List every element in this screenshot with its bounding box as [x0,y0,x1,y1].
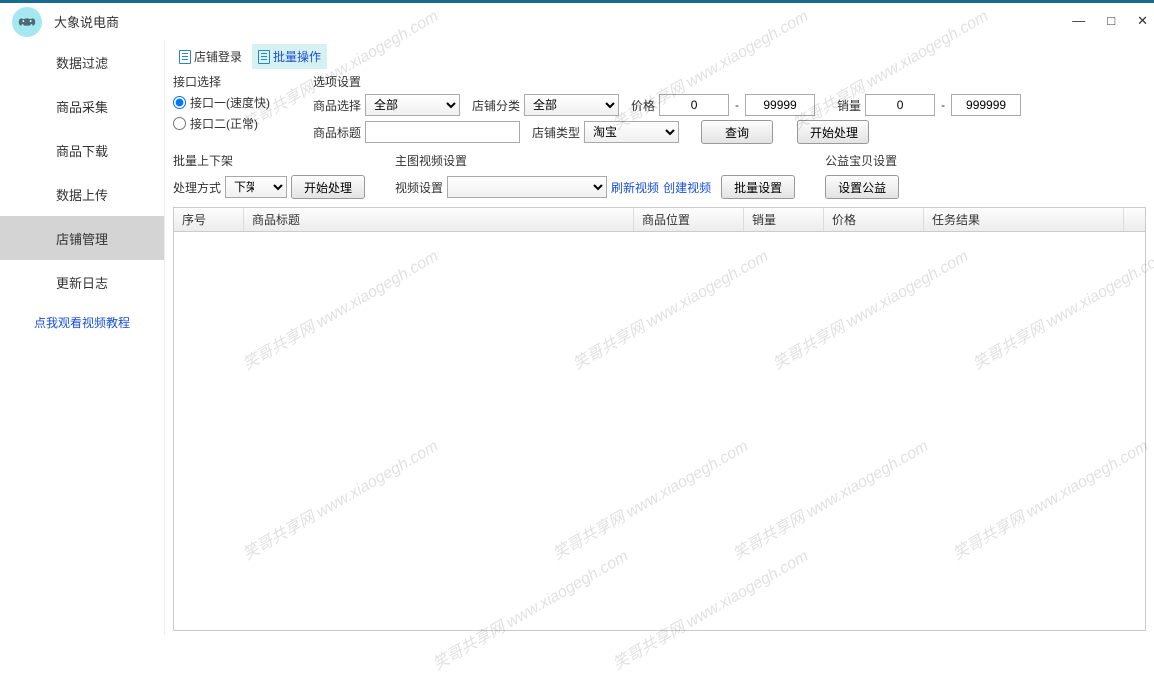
table-col-header[interactable]: 商品位置 [634,208,744,231]
product-title-label: 商品标题 [313,124,361,141]
titlebar: 大象说电商 — □ ✕ [0,0,1154,40]
table-col-header[interactable]: 任务结果 [924,208,1124,231]
price-label: 价格 [631,97,655,114]
batch-method-label: 处理方式 [173,179,221,196]
batch-video-button[interactable]: 批量设置 [721,175,795,199]
interface-option-1-label: 接口一(速度快) [190,94,270,111]
query-button[interactable]: 查询 [701,120,773,144]
app-logo [12,7,42,37]
shop-type-label: 店铺类型 [532,124,580,141]
sidebar-item-filter[interactable]: 数据过滤 [0,40,164,84]
sidebar-item-collect[interactable]: 商品采集 [0,84,164,128]
close-button[interactable]: ✕ [1137,13,1148,29]
price-min-input[interactable] [659,94,729,116]
tab-shop-login[interactable]: 店铺登录 [173,44,248,69]
document-icon [179,50,191,64]
main-content: 店铺登录 批量操作 接口选择 接口一(速度快) 接口二(正常) [165,40,1154,635]
minimize-button[interactable]: — [1072,13,1085,29]
interface-radio-2[interactable] [173,117,186,130]
interface-radio-1[interactable] [173,96,186,109]
start-process-button[interactable]: 开始处理 [797,120,869,144]
sales-max-input[interactable] [951,94,1021,116]
charity-legend: 公益宝贝设置 [825,152,899,169]
product-select-label: 商品选择 [313,97,361,114]
table-header: 序号商品标题商品位置销量价格任务结果 [174,208,1145,232]
sidebar-item-download[interactable]: 商品下载 [0,128,164,172]
video-legend: 主图视频设置 [395,152,795,169]
batch-method-select[interactable]: 下架 [225,176,287,198]
sidebar-item-shop-manage[interactable]: 店铺管理 [0,216,164,260]
table-col-header[interactable]: 销量 [744,208,824,231]
interface-option-2-label: 接口二(正常) [190,115,258,132]
shop-category-label: 店铺分类 [472,97,520,114]
dash: - [939,98,947,112]
sales-min-input[interactable] [865,94,935,116]
create-video-link[interactable]: 创建视频 [663,179,711,196]
refresh-video-link[interactable]: 刷新视频 [611,179,659,196]
interface-legend: 接口选择 [173,73,293,90]
table-col-header[interactable]: 序号 [174,208,244,231]
batch-start-button[interactable]: 开始处理 [291,175,365,199]
charity-button[interactable]: 设置公益 [825,175,899,199]
results-table: 序号商品标题商品位置销量价格任务结果 [173,207,1146,631]
batch-legend: 批量上下架 [173,152,365,169]
tab-batch-operation[interactable]: 批量操作 [252,44,327,69]
product-select[interactable]: 全部 [365,94,460,116]
shop-type-select[interactable]: 淘宝 [584,121,679,143]
tab-label: 批量操作 [273,48,321,65]
shop-category-select[interactable]: 全部 [524,94,619,116]
product-title-input[interactable] [365,121,520,143]
options-legend: 选项设置 [313,73,1146,90]
video-setting-label: 视频设置 [395,179,443,196]
maximize-button[interactable]: □ [1107,13,1115,29]
app-title: 大象说电商 [54,12,119,31]
document-icon [258,50,270,64]
table-col-header[interactable]: 价格 [824,208,924,231]
table-col-header[interactable]: 商品标题 [244,208,634,231]
sidebar-item-changelog[interactable]: 更新日志 [0,260,164,304]
video-setting-select[interactable] [447,176,607,198]
price-max-input[interactable] [745,94,815,116]
dash: - [733,98,741,112]
sales-label: 销量 [837,97,861,114]
tab-label: 店铺登录 [194,48,242,65]
sidebar-tutorial-link[interactable]: 点我观看视频教程 [0,304,164,341]
sidebar: 数据过滤 商品采集 商品下载 数据上传 店铺管理 更新日志 点我观看视频教程 [0,40,165,635]
sidebar-item-upload[interactable]: 数据上传 [0,172,164,216]
